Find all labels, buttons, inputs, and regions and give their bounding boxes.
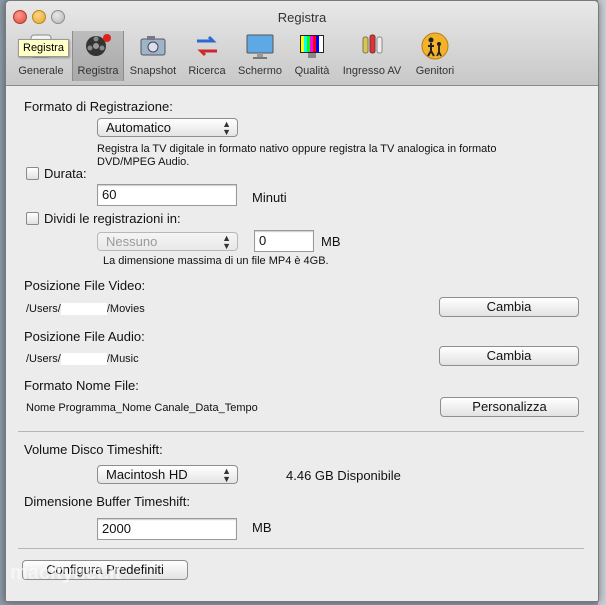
split-label: Dividi le registrazioni in: [44, 211, 181, 226]
split-checkbox[interactable] [26, 212, 39, 225]
change-video-location-button[interactable]: Cambia [439, 297, 579, 317]
split-popup[interactable]: Nessuno ▲ ▼ [97, 232, 238, 251]
tab-label: Qualità [294, 65, 330, 77]
duration-field[interactable]: 60 [97, 184, 237, 206]
tab-registra[interactable]: Registra [72, 31, 124, 81]
parental-control-icon [419, 31, 451, 61]
file-name-format-label: Formato Nome File: [24, 378, 139, 393]
tab-label: Ingresso AV [342, 65, 402, 77]
video-path-suffix: /Movies [106, 303, 145, 315]
tooltip: Registra [18, 39, 69, 57]
preferences-window: Registra Generale Registra Snapshot Rice… [5, 0, 599, 602]
window-title: Registra [277, 10, 327, 25]
duration-label: Durata: [44, 166, 87, 181]
file-name-format-value: Nome Programma_Nome Canale_Data_Tempo [26, 402, 258, 414]
audio-path-suffix: /Music [106, 353, 139, 365]
popup-arrows-icon: ▲ ▼ [222, 233, 231, 251]
tab-snapshot[interactable]: Snapshot [126, 31, 180, 81]
desktop-background-strip [598, 0, 606, 605]
display-icon [244, 31, 276, 61]
color-bars-icon [296, 31, 328, 61]
split-unit: MB [321, 234, 341, 249]
video-path-prefix: /Users/ [26, 303, 61, 315]
tab-schermo[interactable]: Schermo [234, 31, 286, 81]
timeshift-volume-label: Volume Disco Timeshift: [24, 442, 163, 457]
tab-label: Snapshot [129, 65, 177, 77]
timeshift-volume-value: Macintosh HD [106, 467, 188, 482]
split-popup-value: Nessuno [106, 234, 158, 249]
video-location-label: Posizione File Video: [24, 278, 146, 293]
timeshift-volume-popup[interactable]: Macintosh HD ▲ ▼ [97, 465, 238, 484]
tab-qualita[interactable]: Qualità [289, 31, 335, 81]
split-size-field[interactable]: 0 [254, 230, 314, 252]
divider [18, 431, 584, 432]
video-path: /Users/ /Movies [26, 303, 145, 316]
timeshift-buffer-unit: MB [252, 520, 272, 535]
redacted-username [60, 353, 107, 366]
format-popup-value: Automatico [106, 120, 172, 135]
duration-checkbox[interactable] [26, 167, 39, 180]
tab-ingresso-av[interactable]: Ingresso AV [337, 31, 407, 81]
audio-path: /Users/ /Music [26, 353, 139, 366]
camera-icon [137, 31, 169, 61]
change-audio-location-button[interactable]: Cambia [439, 346, 579, 366]
audio-path-prefix: /Users/ [26, 353, 61, 365]
customize-name-button[interactable]: Personalizza [440, 397, 579, 417]
film-reel-icon [82, 31, 114, 61]
timeshift-buffer-field[interactable]: 2000 [97, 518, 237, 540]
tab-label: Registra [77, 65, 119, 77]
available-space: 4.46 GB Disponibile [286, 468, 401, 483]
title-bar: Registra Generale Registra Snapshot Rice… [6, 1, 598, 86]
tab-label: Genitori [415, 65, 455, 77]
redacted-username [60, 303, 107, 316]
tab-ricerca[interactable]: Ricerca [183, 31, 231, 81]
search-arrows-icon [191, 31, 223, 61]
format-label: Formato di Registrazione: [24, 99, 173, 114]
recording-preferences-pane: Formato di Registrazione: Automatico ▲ ▼ … [6, 86, 598, 601]
popup-arrows-icon: ▲ ▼ [222, 119, 231, 137]
format-popup[interactable]: Automatico ▲ ▼ [97, 118, 238, 137]
format-description: Registra la TV digitale in formato nativ… [97, 143, 497, 168]
divider [18, 548, 584, 549]
tab-label: Schermo [237, 65, 283, 77]
tab-genitori[interactable]: Genitori [410, 31, 460, 81]
tab-label: Generale [18, 65, 64, 77]
duration-unit: Minuti [252, 190, 287, 205]
audio-location-label: Posizione File Audio: [24, 329, 145, 344]
watermark: macitynet.it [10, 562, 122, 584]
timeshift-buffer-label: Dimensione Buffer Timeshift: [24, 494, 190, 509]
tab-label: Ricerca [188, 65, 226, 77]
av-cables-icon [356, 31, 388, 61]
popup-arrows-icon: ▲ ▼ [222, 466, 231, 484]
split-note: La dimensione massima di un file MP4 è 4… [103, 255, 329, 267]
